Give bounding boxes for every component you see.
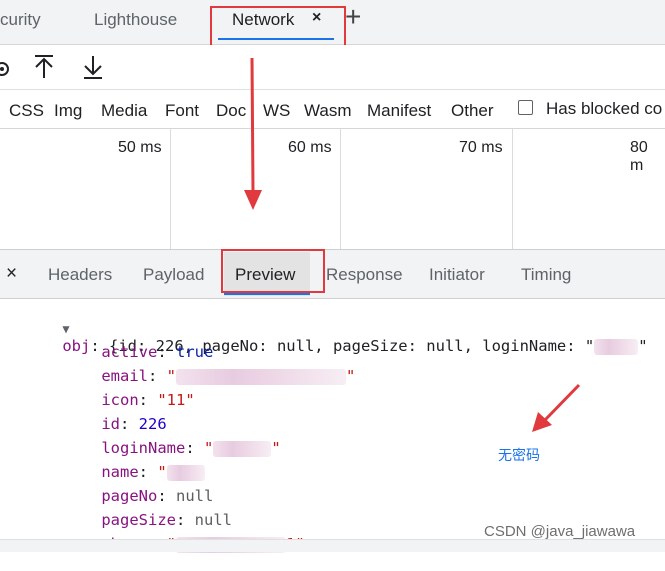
download-arrow-icon[interactable] [82, 54, 104, 80]
redacted-value [213, 440, 272, 457]
horizontal-scrollbar[interactable] [0, 539, 665, 552]
tab-security[interactable]: curity [0, 10, 41, 30]
close-tab-icon[interactable]: × [312, 9, 321, 27]
filter-doc[interactable]: Doc [216, 101, 246, 121]
string-quote: " [204, 439, 214, 457]
filter-img[interactable]: Img [54, 101, 82, 121]
timeline-gridline [340, 129, 341, 249]
active-tab-indicator [224, 293, 310, 295]
string-quote: " [271, 439, 281, 457]
upload-arrow-icon[interactable] [33, 54, 55, 80]
timeline-tick-label: 80 m [630, 139, 648, 174]
tab-preview[interactable]: Preview [235, 265, 295, 285]
string-quote: " [346, 367, 356, 385]
redacted-value [594, 338, 639, 355]
add-tab-icon[interactable]: + [345, 3, 361, 31]
filter-wasm[interactable]: Wasm [304, 101, 352, 121]
watermark: CSDN @java_jiawawa [484, 523, 636, 540]
tab-payload[interactable]: Payload [143, 265, 204, 285]
timeline-tick-label: 70 ms [459, 139, 503, 156]
filter-css[interactable]: CSS [9, 101, 44, 121]
timeline-overview[interactable] [0, 129, 665, 250]
has-blocked-cookies-checkbox[interactable] [518, 100, 533, 115]
redacted-value [176, 368, 347, 385]
timeline-tick-label: 60 ms [288, 139, 332, 156]
filter-manifest[interactable]: Manifest [367, 101, 431, 121]
timeline-gridline [170, 129, 171, 249]
annotation-arrow-diagonal-icon [532, 383, 581, 432]
active-tab-indicator [218, 38, 334, 40]
filter-media[interactable]: Media [101, 101, 147, 121]
filter-other[interactable]: Other [451, 101, 494, 121]
tab-initiator[interactable]: Initiator [429, 265, 485, 285]
tab-headers[interactable]: Headers [48, 265, 112, 285]
filter-ws[interactable]: WS [263, 101, 290, 121]
tab-lighthouse[interactable]: Lighthouse [94, 10, 177, 30]
annotation-note: 无密码 [498, 447, 540, 463]
tab-response[interactable]: Response [326, 265, 403, 285]
tab-network[interactable]: Network [232, 10, 294, 30]
has-blocked-cookies-label: Has blocked co [546, 99, 663, 118]
close-detail-icon[interactable]: × [6, 263, 17, 285]
timeline-gridline [512, 129, 513, 249]
settings-gear-icon[interactable] [0, 58, 12, 80]
obj-summary-end: " [638, 337, 648, 355]
tab-timing[interactable]: Timing [521, 265, 571, 285]
timeline-tick-label: 50 ms [118, 139, 162, 156]
filter-font[interactable]: Font [165, 101, 199, 121]
